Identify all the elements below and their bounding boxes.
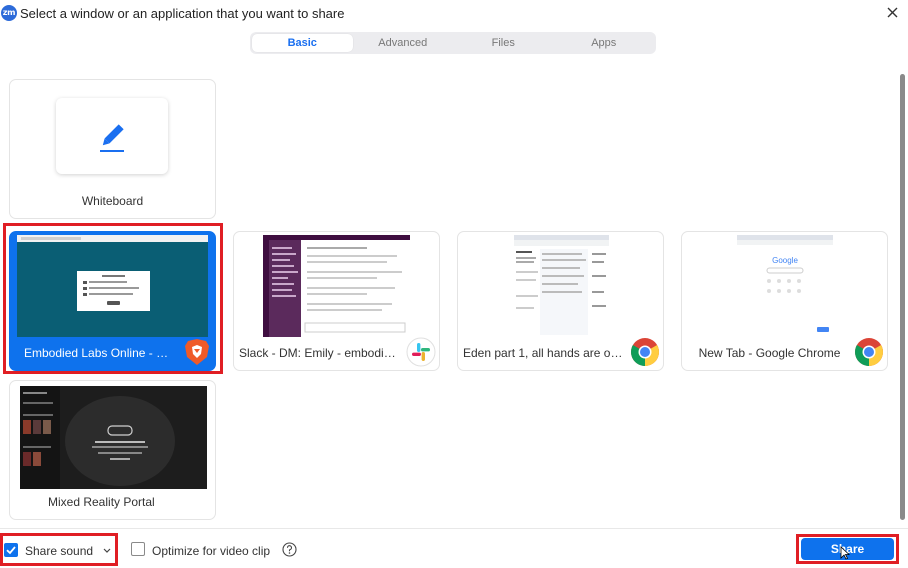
newtab-window-thumbnail: Google	[737, 235, 833, 337]
chrome-app-badge-2	[854, 337, 884, 367]
share-sound-dropdown[interactable]	[101, 543, 113, 557]
chevron-down-icon	[103, 548, 111, 553]
share-option-slack-window[interactable]: Slack - DM: Emily - embodied la...	[233, 231, 440, 371]
mixed-reality-thumbnail	[20, 386, 207, 489]
brave-window-label: Embodied Labs Online - Brave	[24, 346, 175, 360]
brave-icon	[185, 339, 209, 365]
tab-advanced[interactable]: Advanced	[353, 34, 454, 52]
chrome-icon	[855, 338, 883, 366]
mouse-cursor	[840, 546, 851, 560]
share-sound-checkbox[interactable]	[4, 543, 18, 557]
checkmark-icon	[6, 546, 16, 555]
share-option-brave-window[interactable]: Embodied Labs Online - Brave	[9, 231, 216, 371]
share-sound-label: Share sound	[25, 544, 94, 558]
zoom-logo-icon: zm	[1, 5, 17, 21]
optimize-video-checkbox[interactable]	[131, 542, 145, 556]
eden-window-thumbnail	[514, 235, 609, 337]
brave-window-thumbnail	[17, 235, 208, 337]
whiteboard-tile	[56, 98, 168, 174]
share-tabs: Basic Advanced Files Apps	[250, 32, 656, 54]
tab-basic[interactable]: Basic	[252, 34, 353, 52]
close-icon	[887, 7, 898, 18]
share-option-mixed-reality-window[interactable]: Mixed Reality Portal	[9, 380, 216, 520]
share-option-newtab-window[interactable]: Google New Tab - Google Chrome	[681, 231, 888, 371]
tab-files[interactable]: Files	[453, 34, 554, 52]
mixed-reality-label: Mixed Reality Portal	[48, 495, 155, 509]
eden-window-label: Eden part 1, all hands are on top ...	[463, 346, 623, 360]
slack-window-thumbnail	[263, 235, 410, 337]
slack-app-badge	[406, 337, 436, 367]
close-button[interactable]	[882, 3, 904, 23]
brave-app-badge	[182, 337, 212, 367]
window-title: Select a window or an application that y…	[20, 6, 345, 21]
tab-apps[interactable]: Apps	[554, 34, 655, 52]
newtab-window-label: New Tab - Google Chrome	[698, 346, 841, 360]
help-button[interactable]	[282, 542, 297, 557]
chrome-icon	[631, 338, 659, 366]
slack-icon	[406, 337, 436, 367]
google-logo-text: Google	[772, 256, 798, 265]
title-bar: zm Select a window or an application tha…	[0, 0, 908, 26]
scrollbar-thumb[interactable]	[900, 74, 905, 520]
share-option-whiteboard[interactable]: Whiteboard	[9, 79, 216, 219]
whiteboard-label: Whiteboard	[81, 194, 144, 208]
pencil-icon	[100, 124, 124, 152]
chrome-app-badge	[630, 337, 660, 367]
cursor-icon	[840, 546, 851, 560]
share-option-eden-window[interactable]: Eden part 1, all hands are on top ...	[457, 231, 664, 371]
optimize-video-label: Optimize for video clip	[152, 544, 271, 558]
question-icon	[282, 542, 297, 557]
slack-window-label: Slack - DM: Emily - embodied la...	[239, 346, 399, 360]
